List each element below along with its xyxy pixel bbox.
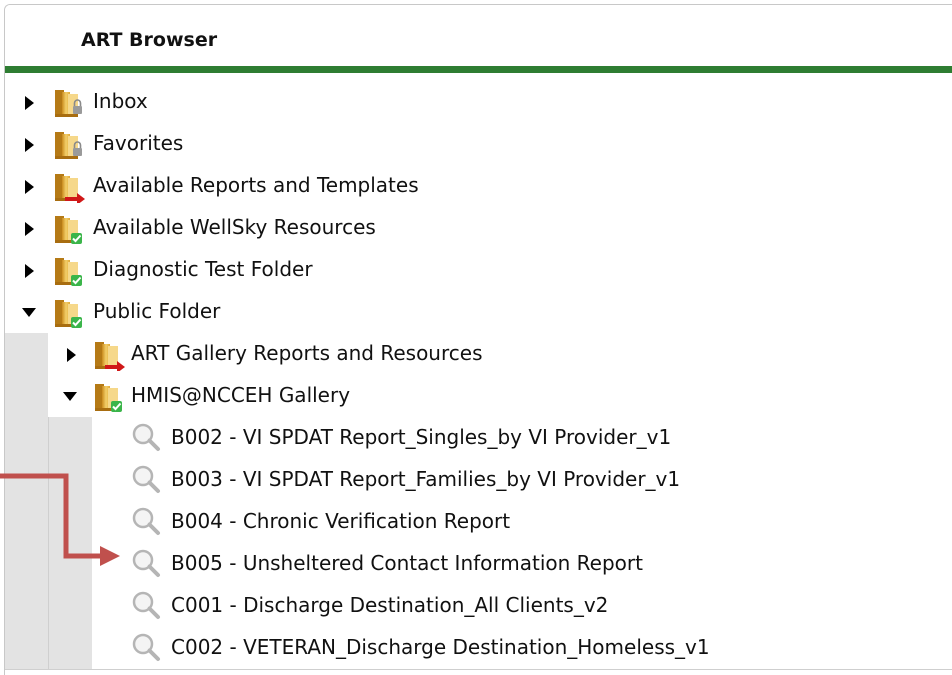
tree-item-label: Diagnostic Test Folder <box>93 257 313 281</box>
report-label: B002 - VI SPDAT Report_Singles_by VI Pro… <box>171 425 672 449</box>
header-divider <box>5 66 952 73</box>
report-item-b004[interactable]: B004 - Chronic Verification Report <box>5 501 952 544</box>
magnifier-icon <box>132 507 160 535</box>
folder-lock-icon <box>51 85 82 119</box>
tree-item-public-folder[interactable]: Public Folder <box>5 291 952 334</box>
folder-shortcut-icon <box>91 337 125 371</box>
tree-item-label: Favorites <box>93 131 184 155</box>
report-item-b002[interactable]: B002 - VI SPDAT Report_Singles_by VI Pro… <box>5 417 952 460</box>
tree-item-label: HMIS@NCCEH Gallery <box>131 383 351 407</box>
expand-arrow-icon[interactable] <box>25 180 34 194</box>
folder-check-icon <box>51 295 82 328</box>
report-label: B005 - Unsheltered Contact Information R… <box>171 551 643 575</box>
folder-check-icon <box>51 253 82 286</box>
report-label: C001 - Discharge Destination_All Clients… <box>171 593 609 617</box>
expand-arrow-icon[interactable] <box>67 348 76 362</box>
collapse-arrow-icon[interactable] <box>22 308 36 317</box>
folder-check-icon <box>51 211 82 244</box>
tree-item-available-reports[interactable]: Available Reports and Templates <box>5 165 952 208</box>
report-item-b003[interactable]: B003 - VI SPDAT Report_Families_by VI Pr… <box>5 459 952 502</box>
expand-arrow-icon[interactable] <box>25 96 34 110</box>
folder-check-icon <box>91 379 122 412</box>
art-browser-panel: ART Browser Inbox Favorites Available Re… <box>4 4 952 675</box>
magnifier-icon <box>132 465 160 493</box>
folder-lock-icon <box>51 127 82 161</box>
magnifier-icon <box>132 633 160 661</box>
tree-item-diagnostic-test[interactable]: Diagnostic Test Folder <box>5 249 952 292</box>
magnifier-icon <box>132 591 160 619</box>
magnifier-icon <box>132 423 160 451</box>
report-label: C002 - VETERAN_Discharge Destination_Hom… <box>171 635 710 659</box>
tree-item-label: Available Reports and Templates <box>93 173 419 197</box>
report-item-b005[interactable]: B005 - Unsheltered Contact Information R… <box>5 543 952 586</box>
tree-item-label: ART Gallery Reports and Resources <box>131 341 483 365</box>
expand-arrow-icon[interactable] <box>25 264 34 278</box>
report-item-c002[interactable]: C002 - VETERAN_Discharge Destination_Hom… <box>5 627 952 670</box>
magnifier-icon <box>132 549 160 577</box>
tree-item-label: Inbox <box>93 89 148 113</box>
tree-item-label: Available WellSky Resources <box>93 215 376 239</box>
tree-item-hmis-gallery[interactable]: HMIS@NCCEH Gallery <box>5 375 952 418</box>
expand-arrow-icon[interactable] <box>25 222 34 236</box>
tree-item-label: Public Folder <box>93 299 221 323</box>
collapse-arrow-icon[interactable] <box>63 392 77 401</box>
report-label: B004 - Chronic Verification Report <box>171 509 511 533</box>
folder-shortcut-icon <box>51 169 85 203</box>
browser-header: ART Browser <box>5 5 952 65</box>
tree-item-wellsky-resources[interactable]: Available WellSky Resources <box>5 207 952 250</box>
report-label: B003 - VI SPDAT Report_Families_by VI Pr… <box>171 467 681 491</box>
tree-item-art-gallery[interactable]: ART Gallery Reports and Resources <box>5 333 952 376</box>
page-title: ART Browser <box>81 29 218 51</box>
tree-item-favorites[interactable]: Favorites <box>5 123 952 166</box>
report-item-c001[interactable]: C001 - Discharge Destination_All Clients… <box>5 585 952 628</box>
tree-item-inbox[interactable]: Inbox <box>5 81 952 124</box>
expand-arrow-icon[interactable] <box>25 138 34 152</box>
